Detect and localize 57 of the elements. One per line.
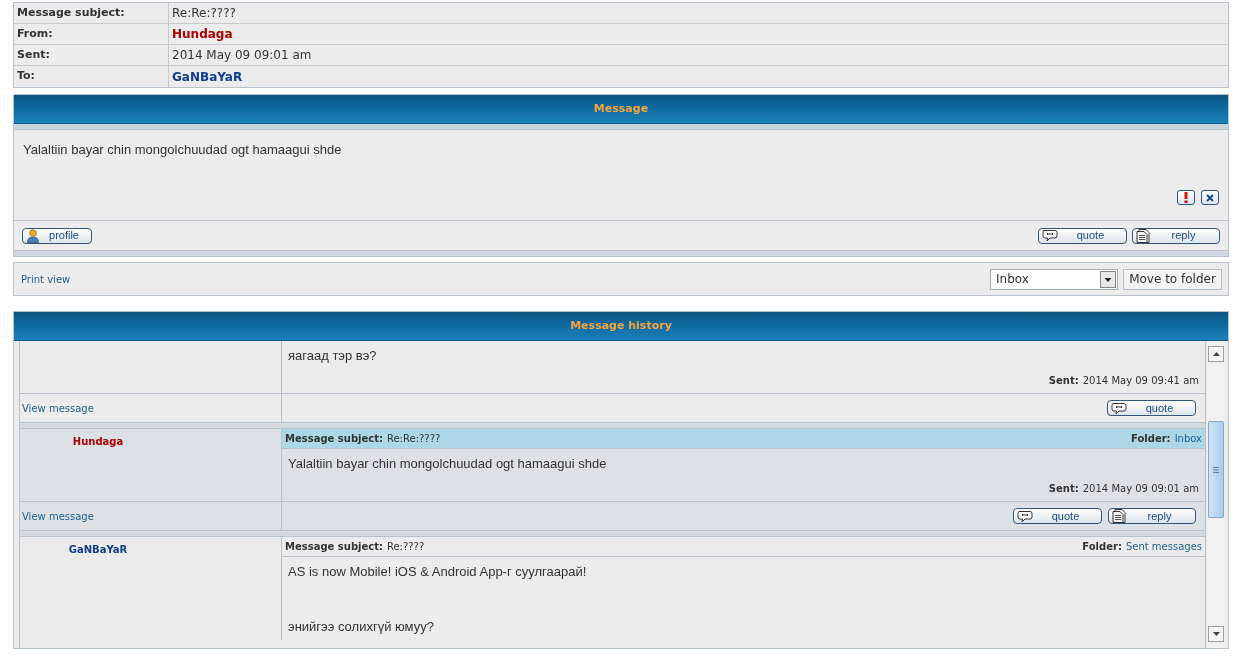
message-text: Yalaltiin bayar chin mongolchuudad ogt hamaagui shde xyxy=(23,142,342,158)
document-icon xyxy=(1136,228,1151,243)
message-text: Yalaltiin bayar chin mongolchuudad ogt hamaagui shde xyxy=(288,456,607,472)
exclamation-icon xyxy=(1184,192,1188,203)
move-to-folder-button[interactable]: Move to folder xyxy=(1123,268,1222,290)
scroll-down-button[interactable] xyxy=(1208,626,1224,642)
quote-button[interactable]: quote xyxy=(1107,400,1196,416)
field-label: Sent: xyxy=(17,46,50,63)
folder-link[interactable]: Sent messages xyxy=(1125,539,1202,554)
view-message-link[interactable]: View message xyxy=(22,400,94,416)
print-view-link[interactable]: Print view xyxy=(21,271,71,287)
sent-date: 2014 May 09 09:01 am xyxy=(1082,482,1199,496)
quote-button[interactable]: quote xyxy=(1013,508,1102,524)
scroll-thumb[interactable] xyxy=(1208,421,1224,518)
document-icon xyxy=(1112,509,1127,523)
caret-down-icon xyxy=(1212,632,1220,636)
field-value: Re:Re:???? xyxy=(172,5,236,22)
report-button[interactable] xyxy=(1177,190,1195,205)
profile-button[interactable]: profile xyxy=(22,227,92,244)
user-name[interactable]: Hundaga xyxy=(172,25,233,43)
subject-text: Re:???? xyxy=(386,540,425,554)
reply-button[interactable]: reply xyxy=(1132,227,1220,244)
person-icon xyxy=(26,228,40,243)
message-text: AS is now Mobile! iOS & Android App-г суулгаарай! xyxy=(288,564,587,580)
folder-label: Folder: xyxy=(1082,540,1122,554)
delete-button[interactable] xyxy=(1201,190,1219,205)
panel-title: Message xyxy=(593,100,649,117)
scroll-up-button[interactable] xyxy=(1208,346,1224,362)
grip-icon xyxy=(1213,466,1219,473)
sent-label: Sent: xyxy=(1048,374,1079,388)
scrollbar[interactable] xyxy=(1207,341,1225,648)
folder-label: Folder: xyxy=(1131,432,1171,446)
folder-link[interactable]: Inbox xyxy=(1174,431,1202,446)
panel-title: Message history xyxy=(570,317,672,334)
field-label: To: xyxy=(17,68,35,85)
close-icon xyxy=(1206,193,1214,202)
speech-bubble-icon xyxy=(1042,229,1058,242)
author-name[interactable]: Hundaga xyxy=(72,434,124,449)
field-label: From: xyxy=(17,25,53,42)
subject-label: Message subject: xyxy=(285,540,383,554)
speech-bubble-icon xyxy=(1111,401,1127,415)
view-message-link[interactable]: View message xyxy=(22,508,94,524)
folder-select[interactable]: Inbox xyxy=(990,268,1118,290)
reply-button[interactable]: reply xyxy=(1108,508,1196,524)
field-value: 2014 May 09 09:01 am xyxy=(172,47,312,64)
message-text: яагаад тэр вэ? xyxy=(288,348,377,364)
sent-label: Sent: xyxy=(1048,482,1079,496)
message-text: энийгээ солихгүй юмуу? xyxy=(288,619,434,635)
quote-button[interactable]: quote xyxy=(1038,227,1127,244)
user-name[interactable]: GaNBaYaR xyxy=(172,67,243,86)
subject-text: Re:Re:???? xyxy=(386,432,441,446)
caret-up-icon xyxy=(1212,352,1220,356)
author-name[interactable]: GaNBaYaR xyxy=(68,542,128,557)
field-label: Message subject: xyxy=(17,4,125,21)
speech-bubble-icon xyxy=(1017,509,1033,523)
sent-date: 2014 May 09 09:41 am xyxy=(1082,374,1199,388)
subject-label: Message subject: xyxy=(285,432,383,446)
